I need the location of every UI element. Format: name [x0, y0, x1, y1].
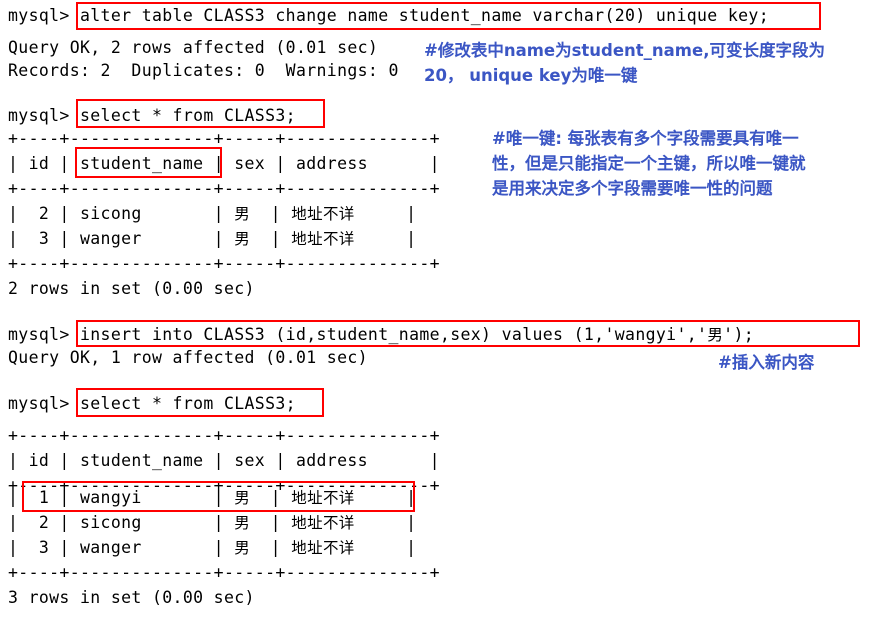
cjk-text: 男: [234, 489, 251, 507]
cjk-text: 地址不详: [291, 205, 355, 223]
terminal-line-tbl2-header: | id | student_name | sex | address |: [8, 451, 440, 470]
terminal-line-tbl1-row-1: | 2 | sicong | 男 | 地址不详 |: [8, 204, 417, 223]
terminal-line-tbl2-row-1: | 1 | wangyi | 男 | 地址不详 |: [8, 488, 417, 507]
terminal-line-out-alter-1: Query OK, 2 rows affected (0.01 sec): [8, 38, 379, 57]
cjk-text: 男: [234, 205, 251, 223]
cjk-text: 地址不详: [291, 489, 355, 507]
terminal-line-tbl1-header: | id | student_name | sex | address |: [8, 154, 440, 173]
terminal-line-cmd-select-1: mysql> select * from CLASS3;: [8, 106, 296, 125]
terminal-line-out-insert: Query OK, 1 row affected (0.01 sec): [8, 348, 368, 367]
cjk-text: 地址不详: [291, 539, 355, 557]
cjk-text: 男: [234, 514, 251, 532]
cjk-text: 地址不详: [291, 230, 355, 248]
terminal-line-cmd-alter: mysql> alter table CLASS3 change name st…: [8, 6, 770, 25]
terminal-line-tbl2-rule-bot: +----+--------------+-----+-------------…: [8, 563, 440, 582]
cjk-text: 地址不详: [291, 514, 355, 532]
terminal-line-tbl2-row-3: | 3 | wanger | 男 | 地址不详 |: [8, 538, 417, 557]
mysql-terminal-output: mysql> alter table CLASS3 change name st…: [0, 0, 890, 621]
terminal-line-tbl1-row-2: | 3 | wanger | 男 | 地址不详 |: [8, 229, 417, 248]
terminal-line-tbl2-row-2: | 2 | sicong | 男 | 地址不详 |: [8, 513, 417, 532]
terminal-line-tbl1-rule-mid: +----+--------------+-----+-------------…: [8, 179, 440, 198]
terminal-line-tbl2-rule-top: +----+--------------+-----+-------------…: [8, 426, 440, 445]
terminal-line-tbl1-rule-bot: +----+--------------+-----+-------------…: [8, 254, 440, 273]
annotation-note-unique-key: #唯一键: 每张表有多个字段需要具有唯一 性，但是只能指定一个主键，所以唯一键就…: [492, 129, 806, 198]
annotation-note-alter: #修改表中name为student_name,可变长度字段为 20， uniqu…: [424, 41, 825, 85]
terminal-line-out-select-1: 2 rows in set (0.00 sec): [8, 279, 255, 298]
cjk-text: 男: [234, 230, 251, 248]
terminal-line-out-alter-2: Records: 2 Duplicates: 0 Warnings: 0: [8, 61, 399, 80]
terminal-line-tbl1-rule-top: +----+--------------+-----+-------------…: [8, 129, 440, 148]
terminal-line-cmd-select-2: mysql> select * from CLASS3;: [8, 394, 296, 413]
terminal-line-cmd-insert: mysql> insert into CLASS3 (id,student_na…: [8, 325, 755, 344]
cjk-text: 男: [234, 539, 251, 557]
cjk-text: 男: [707, 326, 724, 344]
annotation-note-insert: #插入新内容: [718, 353, 815, 372]
terminal-line-out-select-2: 3 rows in set (0.00 sec): [8, 588, 255, 607]
